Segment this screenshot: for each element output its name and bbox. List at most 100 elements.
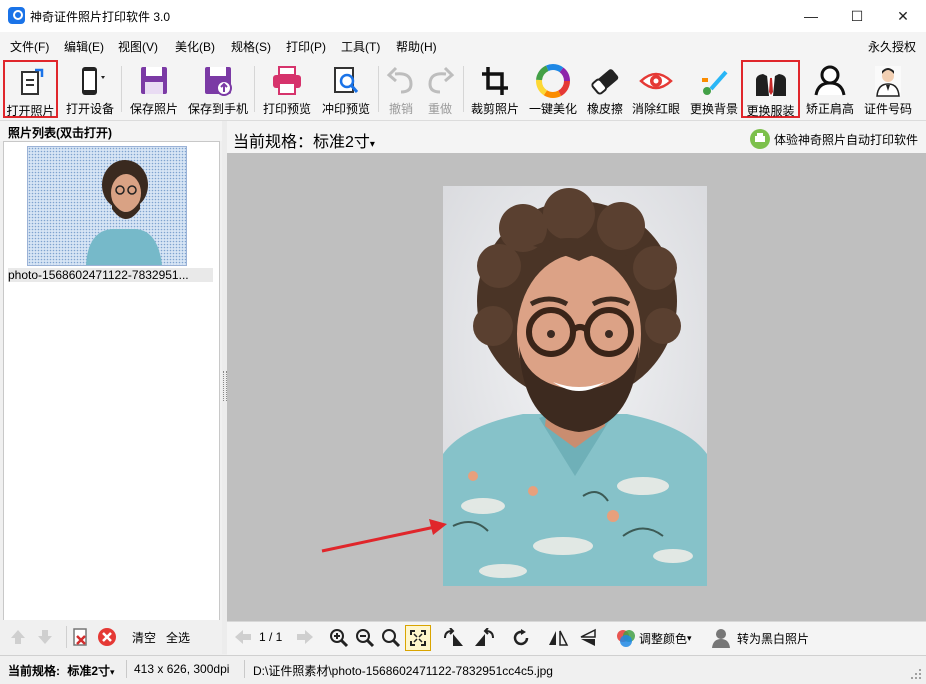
remove-red-eye-button[interactable]: 消除红眼	[628, 60, 684, 118]
zoom-in-icon[interactable]	[329, 628, 349, 648]
develop-magnifier-icon	[328, 64, 364, 98]
crop-icon	[477, 64, 513, 98]
one-click-beauty-button[interactable]: 一键美化	[525, 60, 581, 118]
prev-page-icon[interactable]	[233, 628, 253, 646]
remove-red-eye-label: 消除红眼	[631, 102, 680, 116]
print-preview-button[interactable]: 打印预览	[259, 60, 315, 118]
zoom-out-icon[interactable]	[355, 628, 375, 648]
chevron-down-icon: ▾	[369, 139, 375, 150]
printer-icon	[269, 64, 305, 98]
menu-tools[interactable]: 工具(T)	[341, 38, 380, 55]
photo-list-title: 照片列表(双击打开)	[8, 126, 112, 140]
crop-photo-button[interactable]: 裁剪照片	[467, 60, 523, 118]
menu-file[interactable]: 文件(F)	[10, 38, 49, 55]
save-to-phone-label: 保存到手机	[187, 102, 248, 116]
brush-icon	[696, 64, 732, 98]
photo-thumbnail[interactable]	[27, 146, 187, 266]
spec-selector-label: 当前规格：标准2寸	[233, 134, 370, 151]
app-logo-icon	[8, 7, 25, 24]
menu-help[interactable]: 帮助(H)	[396, 38, 437, 55]
to-bw-label: 转为黑白照片	[737, 631, 810, 646]
next-page-icon[interactable]	[295, 628, 315, 646]
menu-bar: 文件(F) 编辑(E) 视图(V) 美化(B) 规格(S) 打印(P) 工具(T…	[0, 32, 926, 58]
change-background-button[interactable]: 更换背景	[687, 60, 741, 118]
rotate-left-icon[interactable]	[443, 628, 465, 648]
title-bar: 神奇证件照片打印软件 3.0 — ☐ ✕	[0, 0, 926, 32]
change-clothes-label: 更换服装	[746, 104, 795, 118]
menu-edit[interactable]: 编辑(E)	[64, 38, 104, 55]
toolbar: 打开照片 打开设备 保存照片 保存到手机 打印预览 冲印预览 撤销 重做 裁剪照…	[0, 58, 926, 121]
status-path: D:\证件照素材\photo-1568602471122-7832951cc4c…	[253, 664, 553, 678]
id-number-label: 证件号码	[863, 102, 912, 116]
eye-icon	[638, 64, 674, 98]
menu-view[interactable]: 视图(V)	[118, 38, 158, 55]
undo-button[interactable]: 撤销	[381, 60, 421, 118]
move-up-icon[interactable]	[9, 628, 27, 649]
photo-list[interactable]: photo-1568602471122-7832951...	[3, 141, 220, 621]
redo-label: 重做	[427, 102, 452, 116]
id-photo-preview[interactable]	[443, 186, 707, 586]
spec-selector[interactable]: 当前规格：标准2寸▾	[233, 128, 375, 152]
flip-horizontal-icon[interactable]	[547, 628, 569, 648]
open-photo-label: 打开照片	[6, 104, 55, 118]
undo-label: 撤销	[388, 102, 413, 116]
window-title: 神奇证件照片打印软件 3.0	[30, 10, 171, 24]
toolbar-separator	[254, 66, 255, 112]
fit-window-icon[interactable]	[405, 625, 431, 651]
status-spec-prefix: 当前规格:	[8, 664, 60, 678]
preview-toolbar: 1 / 1 调整颜色 ▾ 转为黑白照片	[227, 621, 926, 655]
save-photo-label: 保存照片	[129, 102, 178, 116]
move-down-icon[interactable]	[36, 628, 54, 649]
auto-print-label: 体验神奇照片自动打印软件	[773, 132, 918, 147]
to-bw-button[interactable]: 转为黑白照片	[711, 628, 809, 648]
change-background-label: 更换背景	[689, 102, 738, 116]
id-number-button[interactable]: 证件号码	[860, 60, 916, 118]
adjust-color-button[interactable]: 调整颜色 ▾	[615, 628, 692, 648]
refresh-icon[interactable]	[511, 628, 531, 648]
print-promo-icon	[749, 129, 770, 149]
status-separator	[244, 660, 245, 678]
menu-beautify[interactable]: 美化(B)	[175, 38, 215, 55]
page-indicator: 1 / 1	[259, 630, 283, 644]
eraser-icon	[587, 64, 623, 98]
actual-size-icon[interactable]	[381, 628, 401, 648]
remove-circle-icon[interactable]	[97, 627, 117, 650]
resize-grip-icon[interactable]	[910, 668, 922, 680]
change-clothes-button[interactable]: 更换服装	[741, 60, 800, 118]
rgb-circles-icon	[617, 630, 635, 647]
save-phone-icon	[200, 64, 236, 98]
eraser-label: 橡皮擦	[586, 102, 623, 116]
toolbar-separator	[463, 66, 464, 112]
chevron-down-icon: ▾	[110, 667, 115, 677]
auto-print-link[interactable]: 体验神奇照片自动打印软件	[749, 129, 918, 149]
save-disk-icon	[136, 64, 172, 98]
photo-list-header: 照片列表(双击打开)	[0, 121, 222, 141]
status-size: 413 x 626, 300dpi	[134, 662, 230, 676]
save-to-phone-button[interactable]: 保存到手机	[186, 60, 250, 118]
develop-preview-label: 冲印预览	[321, 102, 370, 116]
develop-preview-button[interactable]: 冲印预览	[318, 60, 374, 118]
menu-print[interactable]: 打印(P)	[286, 38, 326, 55]
delete-file-icon[interactable]	[70, 627, 90, 650]
open-photo-button[interactable]: 打开照片	[3, 60, 58, 118]
phone-icon	[72, 64, 108, 98]
open-device-button[interactable]: 打开设备	[62, 60, 118, 118]
menu-spec[interactable]: 规格(S)	[231, 38, 271, 55]
save-photo-button[interactable]: 保存照片	[126, 60, 182, 118]
correct-shoulders-button[interactable]: 矫正肩高	[802, 60, 858, 118]
minimize-button[interactable]: —	[788, 0, 834, 32]
select-all-button[interactable]: 全选	[166, 629, 190, 646]
one-click-beauty-label: 一键美化	[528, 102, 577, 116]
flip-vertical-icon[interactable]	[577, 628, 599, 648]
user-silhouette-icon	[712, 629, 730, 648]
preview-canvas[interactable]	[227, 153, 926, 621]
redo-button[interactable]: 重做	[420, 60, 460, 118]
undo-arrow-icon	[383, 64, 419, 98]
status-spec[interactable]: 当前规格: 标准2寸▾	[8, 662, 115, 679]
close-button[interactable]: ✕	[880, 0, 926, 32]
adjust-color-label: 调整颜色	[639, 631, 688, 646]
maximize-button[interactable]: ☐	[834, 0, 880, 32]
eraser-button[interactable]: 橡皮擦	[584, 60, 626, 118]
rotate-right-icon[interactable]	[473, 628, 495, 648]
clear-button[interactable]: 清空	[132, 629, 156, 646]
